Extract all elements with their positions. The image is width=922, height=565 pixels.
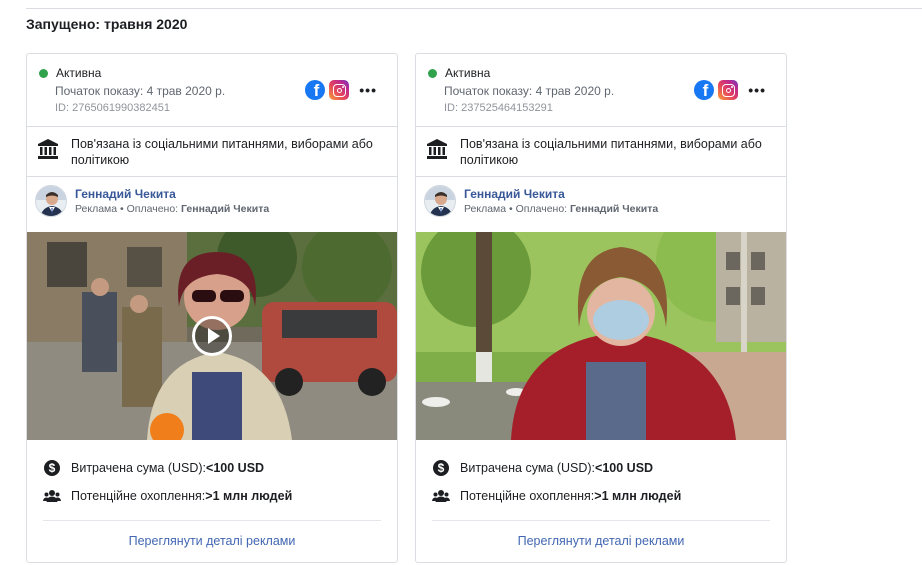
political-label: Пов'язана із соціальними питаннями, вибо… [460, 137, 762, 167]
reach-label: Потенційне охоплення: [71, 489, 206, 503]
library-id: ID: 2765061990382451 [55, 102, 170, 114]
play-icon [208, 328, 220, 344]
political-disclaimer: Пов'язана із соціальними питаннями, вибо… [37, 136, 391, 168]
sponsor-line: Реклама • Оплачено: Геннадий Чекита [75, 203, 269, 215]
sponsor-line: Реклама • Оплачено: Геннадий Чекита [464, 203, 658, 215]
active-status-dot [39, 68, 48, 78]
avatar[interactable] [424, 185, 456, 217]
spend-value: <100 USD [595, 461, 654, 475]
divider [416, 176, 786, 177]
facebook-icon: f [305, 80, 325, 100]
people-icon [432, 490, 450, 502]
divider [27, 126, 397, 127]
spend-row: $ Витрачена сума (USD): <100 USD [43, 459, 264, 477]
government-building-icon [38, 139, 58, 159]
ad-image-picture [416, 232, 786, 440]
advertiser-name-link[interactable]: Геннадий Чекита [464, 187, 658, 201]
reach-label: Потенційне охоплення: [460, 489, 595, 503]
reach-row: Потенційне охоплення: >1 млн людей [432, 487, 681, 505]
instagram-icon [718, 80, 738, 100]
more-options-icon[interactable]: ••• [748, 82, 766, 98]
divider [416, 126, 786, 127]
platform-icons: f [694, 80, 738, 100]
advertiser-header: Геннадий Чекита Реклама • Оплачено: Генн… [35, 185, 269, 217]
spend-label: Витрачена сума (USD): [460, 461, 596, 475]
svg-text:$: $ [438, 461, 445, 475]
start-date: Початок показу: 4 трав 2020 р. [55, 84, 226, 98]
sponsor-name: Геннадий Чекита [570, 203, 659, 215]
ad-image[interactable] [416, 232, 786, 440]
instagram-icon [329, 80, 349, 100]
sponsor-prefix: Реклама • Оплачено: [75, 203, 181, 215]
sponsor-prefix: Реклама • Оплачено: [464, 203, 570, 215]
political-label: Пов'язана із соціальними питаннями, вибо… [71, 137, 373, 167]
status-row: Активна [39, 66, 101, 80]
divider [432, 520, 770, 521]
ad-card: Активна Початок показу: 4 трав 2020 р. I… [415, 53, 787, 563]
political-disclaimer: Пов'язана із соціальними питаннями, вибо… [426, 136, 780, 168]
people-icon [43, 490, 61, 502]
top-divider [26, 8, 922, 9]
sponsor-name: Геннадий Чекита [181, 203, 270, 215]
active-status-dot [428, 68, 437, 78]
svg-text:$: $ [49, 461, 56, 475]
section-title: Запущено: травня 2020 [26, 16, 188, 32]
spend-row: $ Витрачена сума (USD): <100 USD [432, 459, 653, 477]
library-id: ID: 237525464153291 [444, 102, 553, 114]
divider [27, 176, 397, 177]
dollar-icon: $ [44, 460, 60, 476]
advertiser-header: Геннадий Чекита Реклама • Оплачено: Генн… [424, 185, 658, 217]
facebook-icon: f [694, 80, 714, 100]
status-row: Активна [428, 66, 490, 80]
reach-value: >1 млн людей [594, 489, 682, 503]
reach-row: Потенційне охоплення: >1 млн людей [43, 487, 292, 505]
avatar[interactable] [35, 185, 67, 217]
reach-value: >1 млн людей [205, 489, 293, 503]
spend-value: <100 USD [206, 461, 265, 475]
dollar-icon: $ [433, 460, 449, 476]
start-date: Початок показу: 4 трав 2020 р. [444, 84, 615, 98]
divider [43, 520, 381, 521]
status-text: Активна [56, 66, 102, 80]
view-ad-details-link[interactable]: Переглянути деталі реклами [27, 534, 397, 548]
status-text: Активна [445, 66, 491, 80]
play-button[interactable] [192, 316, 232, 356]
ad-video-thumbnail[interactable] [27, 232, 397, 440]
advertiser-name-link[interactable]: Геннадий Чекита [75, 187, 269, 201]
platform-icons: f [305, 80, 349, 100]
view-ad-details-link[interactable]: Переглянути деталі реклами [416, 534, 786, 548]
government-building-icon [427, 139, 447, 159]
spend-label: Витрачена сума (USD): [71, 461, 207, 475]
more-options-icon[interactable]: ••• [359, 82, 377, 98]
ad-card: Активна Початок показу: 4 трав 2020 р. I… [26, 53, 398, 563]
